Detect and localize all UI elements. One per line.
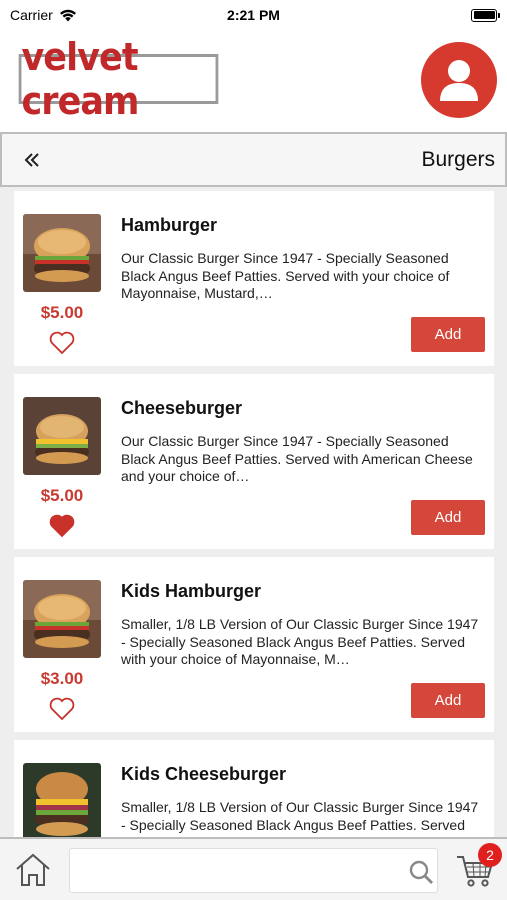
carrier-label: Carrier <box>10 7 53 23</box>
user-icon <box>440 60 478 101</box>
product-description: Our Classic Burger Since 1947 - Speciall… <box>121 433 473 484</box>
product-card[interactable]: $5.00 Cheeseburger Our Classic Burger Si… <box>14 374 494 549</box>
app-header: velvet cream <box>0 30 507 132</box>
back-button[interactable] <box>24 145 40 175</box>
product-card[interactable]: $3.00 Kids Hamburger Smaller, 1/8 LB Ver… <box>14 557 494 732</box>
add-button[interactable]: Add <box>411 500 485 535</box>
double-chevron-left-icon <box>24 152 39 167</box>
battery-icon <box>471 8 500 22</box>
add-button[interactable]: Add <box>411 317 485 352</box>
product-title: Cheeseburger <box>121 398 243 418</box>
home-icon[interactable] <box>13 851 53 889</box>
status-left: Carrier <box>10 7 77 23</box>
product-card[interactable]: Kids Cheeseburger Smaller, 1/8 LB Versio… <box>14 740 494 837</box>
kids-hamburger-photo-icon <box>23 580 101 658</box>
category-title: Burgers <box>421 147 495 171</box>
cart-count-badge: 2 <box>478 843 502 867</box>
cheeseburger-photo-icon <box>23 397 101 475</box>
product-description: Smaller, 1/8 LB Version of Our Classic B… <box>121 799 479 837</box>
price-label: $5.00 <box>40 303 84 322</box>
search-icon[interactable] <box>408 859 434 885</box>
status-bar: Carrier 2:21 PM <box>0 0 507 30</box>
heart-outline-icon[interactable] <box>49 331 75 355</box>
product-title: Hamburger <box>121 215 218 235</box>
heart-outline-icon[interactable] <box>49 697 75 721</box>
burger-image <box>23 580 101 658</box>
product-title: Kids Hamburger <box>121 581 262 601</box>
product-list[interactable]: $5.00 Hamburger Our Classic Burger Since… <box>0 187 507 837</box>
price-label: $3.00 <box>40 669 84 688</box>
search-input[interactable] <box>78 855 398 887</box>
brand-logo[interactable]: velvet cream <box>18 35 219 123</box>
burger-image <box>23 397 101 475</box>
category-bar: Burgers <box>0 132 507 187</box>
price-label: $5.00 <box>40 486 84 505</box>
battery-level <box>473 11 495 19</box>
hamburger-photo-icon <box>23 214 101 292</box>
heart-filled-icon[interactable] <box>49 514 75 538</box>
product-title: Kids Cheeseburger <box>121 764 287 784</box>
kids-cheeseburger-photo-icon <box>23 763 101 837</box>
search-box[interactable] <box>69 848 438 893</box>
burger-image <box>23 214 101 292</box>
product-description: Our Classic Burger Since 1947 - Speciall… <box>121 250 450 301</box>
product-description: Smaller, 1/8 LB Version of Our Classic B… <box>121 616 479 667</box>
bottom-bar: 2 <box>0 837 507 900</box>
add-button[interactable]: Add <box>411 683 485 718</box>
profile-button[interactable] <box>421 42 497 118</box>
wifi-icon <box>59 9 76 21</box>
product-card[interactable]: $5.00 Hamburger Our Classic Burger Since… <box>14 191 494 366</box>
burger-image <box>23 763 101 837</box>
